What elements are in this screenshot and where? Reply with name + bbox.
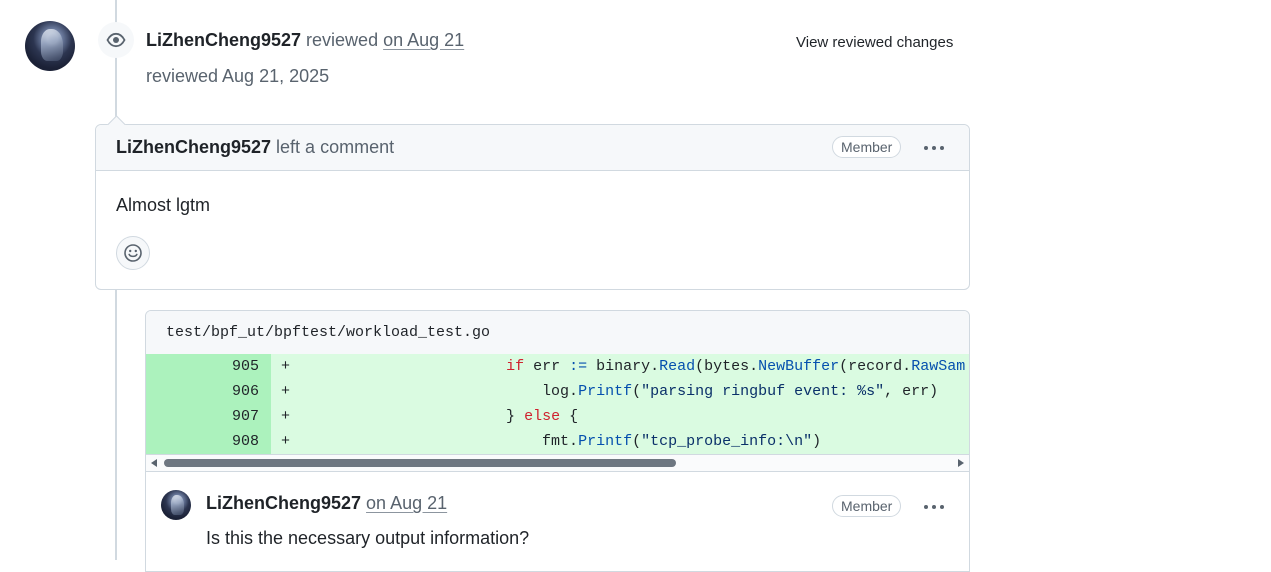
kebab-icon[interactable]	[924, 505, 944, 509]
line-number[interactable]: 906	[146, 379, 271, 404]
line-code: + fmt.Printf("tcp_probe_info:\n")	[271, 429, 969, 454]
member-badge: Member	[832, 136, 902, 158]
review-action: reviewed	[306, 30, 379, 50]
diff-sign: +	[281, 383, 291, 400]
inline-comment: LiZhenCheng9527 on Aug 21 Member Is this…	[146, 487, 969, 571]
comment-action: left a comment	[276, 137, 395, 157]
reviewed-date-text: reviewed Aug 21, 2025	[146, 66, 330, 86]
line-number[interactable]: 907	[146, 404, 271, 429]
smiley-icon[interactable]	[116, 236, 150, 270]
line-code: + if err := binary.Read(bytes.NewBuffer(…	[271, 354, 969, 379]
file-path[interactable]: test/bpf_ut/bpftest/workload_test.go	[146, 311, 969, 354]
diff-table: 905 + if err := binary.Read(bytes.NewBuf…	[146, 354, 969, 454]
horizontal-scrollbar[interactable]	[146, 454, 969, 472]
scroll-right-icon[interactable]	[958, 459, 964, 467]
scroll-thumb[interactable]	[164, 459, 676, 467]
diff-line: 905 + if err := binary.Read(bytes.NewBuf…	[146, 354, 969, 379]
line-number[interactable]: 905	[146, 354, 271, 379]
review-date-link[interactable]: on Aug 21	[383, 30, 464, 50]
review-comment: LiZhenCheng9527 left a comment Member Al…	[95, 115, 970, 290]
avatar[interactable]	[161, 490, 191, 520]
inline-comment-text: Is this the necessary output information…	[206, 528, 530, 548]
timeline-line-lower	[115, 289, 117, 560]
diff-sign: +	[281, 408, 291, 425]
comment-author[interactable]: LiZhenCheng9527	[116, 137, 271, 157]
comment-header: LiZhenCheng9527 left a comment Member	[96, 125, 969, 171]
line-number[interactable]: 908	[146, 429, 271, 454]
diff-sign: +	[281, 358, 291, 375]
inline-comment-author[interactable]: LiZhenCheng9527	[206, 493, 361, 513]
line-code: + } else {	[271, 404, 969, 429]
avatar[interactable]	[25, 21, 75, 71]
eye-icon	[98, 22, 134, 58]
review-author[interactable]: LiZhenCheng9527	[146, 30, 301, 50]
inline-comment-date-link[interactable]: on Aug 21	[366, 493, 447, 513]
diff-line: 908 + fmt.Printf("tcp_probe_info:\n")	[146, 429, 969, 454]
line-code: + log.Printf("parsing ringbuf event: %s"…	[271, 379, 969, 404]
view-reviewed-changes-button[interactable]: View reviewed changes	[796, 34, 953, 51]
comment-body: Almost lgtm	[116, 195, 211, 215]
review-header: LiZhenCheng9527 reviewed on Aug 21	[146, 29, 464, 51]
scroll-left-icon[interactable]	[151, 459, 157, 467]
diff-file: test/bpf_ut/bpftest/workload_test.go 905…	[145, 310, 970, 572]
comment-author-line: LiZhenCheng9527 left a comment	[116, 137, 394, 158]
diff-sign: +	[281, 433, 291, 450]
inline-comment-header: LiZhenCheng9527 on Aug 21	[206, 493, 447, 514]
member-badge: Member	[832, 495, 902, 517]
timeline-line	[115, 0, 117, 124]
diff-line: 907 + } else {	[146, 404, 969, 429]
kebab-icon[interactable]	[924, 146, 944, 150]
diff-line: 906 + log.Printf("parsing ringbuf event:…	[146, 379, 969, 404]
